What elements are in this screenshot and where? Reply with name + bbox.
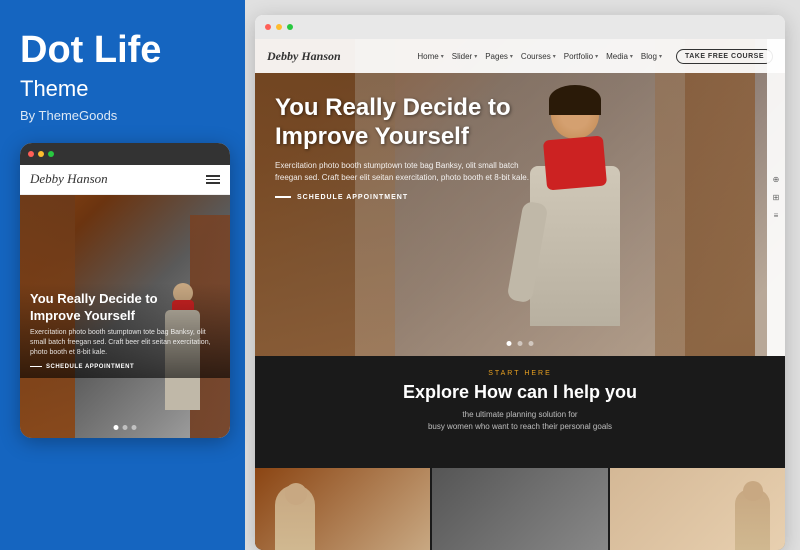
mobile-nav: Debby Hanson [20,165,230,195]
dot-green [48,151,54,157]
dot-red [28,151,34,157]
mobile-slide-dots [114,425,137,430]
hero-text-content: You Really Decide to Improve Yourself Ex… [275,94,535,201]
mobile-dot-2[interactable] [123,425,128,430]
hero-dot-3[interactable] [529,341,534,346]
desktop-dot-green [287,24,293,30]
bottom-subtitle: the ultimate planning solution for busy … [428,409,612,433]
bottom-img-2 [432,468,607,550]
hero-main-title: You Really Decide to Improve Yourself [275,94,535,152]
desktop-dot-red [265,24,271,30]
nav-item-media[interactable]: Media ▾ [606,52,633,61]
hero-desc: Exercitation photo booth stumptown tote … [275,160,535,184]
start-here-label: START HERE [488,370,552,377]
nav-cta-button[interactable]: TAKE FREE COURSE [676,49,773,64]
bottom-img-1 [255,468,430,550]
nav-items: Home ▾ Slider ▾ Pages ▾ Courses ▾ Portfo… [417,49,773,64]
desktop-bottom-section: START HERE Explore How can I help you th… [255,356,785,550]
sidebar-icon-2[interactable]: ⊞ [771,192,781,202]
mobile-logo: Debby Hanson [30,171,108,187]
mobile-dot-3[interactable] [132,425,137,430]
desktop-sidebar-icons: ⊕ ⊞ ≡ [767,39,785,356]
right-panel: Debby Hanson Home ▾ Slider ▾ Pages ▾ Cou… [245,0,800,550]
hero-cta-line [275,196,291,198]
bottom-section-title: Explore How can I help you [403,382,637,403]
mobile-cta-line [30,366,42,367]
mobile-mockup: Debby Hanson You Really Decide to [20,143,230,438]
theme-subtitle: Theme [20,76,225,102]
mobile-hero-desc: Exercitation photo booth stumptown tote … [30,328,220,357]
mobile-hero: You Really Decide to Improve Yourself Ex… [20,195,230,438]
bottom-img-3 [610,468,785,550]
theme-title: Dot Life [20,30,225,72]
sidebar-icon-3[interactable]: ≡ [771,210,781,220]
mobile-cta: SCHEDULE APPOINTMENT [30,364,220,370]
theme-by: By ThemeGoods [20,108,225,123]
hero-dot-1[interactable] [507,341,512,346]
desktop-content: Debby Hanson Home ▾ Slider ▾ Pages ▾ Cou… [255,39,785,550]
mobile-cta-text: SCHEDULE APPOINTMENT [46,364,134,370]
nav-logo: Debby Hanson [267,49,415,64]
hero-cta-text[interactable]: SCHEDULE APPOINTMENT [297,194,408,201]
hero-slide-dots [507,341,534,346]
woman-hair [549,85,601,115]
desktop-hero: Debby Hanson Home ▾ Slider ▾ Pages ▾ Cou… [255,39,785,356]
dot-yellow [38,151,44,157]
bottom-images [255,468,785,550]
mobile-dot-1[interactable] [114,425,119,430]
nav-item-blog[interactable]: Blog ▾ [641,52,662,61]
sidebar-icon-1[interactable]: ⊕ [771,174,781,184]
nav-item-home[interactable]: Home ▾ [417,52,443,61]
nav-item-portfolio[interactable]: Portfolio ▾ [564,52,598,61]
desktop-mockup: Debby Hanson Home ▾ Slider ▾ Pages ▾ Cou… [255,15,785,550]
mobile-hero-title: You Really Decide to Improve Yourself [30,291,220,325]
hero-cta: SCHEDULE APPOINTMENT [275,194,535,201]
desktop-nav: Debby Hanson Home ▾ Slider ▾ Pages ▾ Cou… [255,39,785,73]
nav-item-slider[interactable]: Slider ▾ [452,52,477,61]
desktop-dot-yellow [276,24,282,30]
woman-scarf [543,136,607,191]
left-panel: Dot Life Theme By ThemeGoods Debby Hanso… [0,0,245,550]
woman-jacket [530,166,620,326]
desktop-top-bar [255,15,785,39]
mobile-overlay: You Really Decide to Improve Yourself Ex… [20,283,230,378]
nav-item-courses[interactable]: Courses ▾ [521,52,556,61]
nav-item-pages[interactable]: Pages ▾ [485,52,513,61]
hero-dot-2[interactable] [518,341,523,346]
hamburger-icon[interactable] [206,175,220,184]
mobile-top-bar [20,143,230,165]
